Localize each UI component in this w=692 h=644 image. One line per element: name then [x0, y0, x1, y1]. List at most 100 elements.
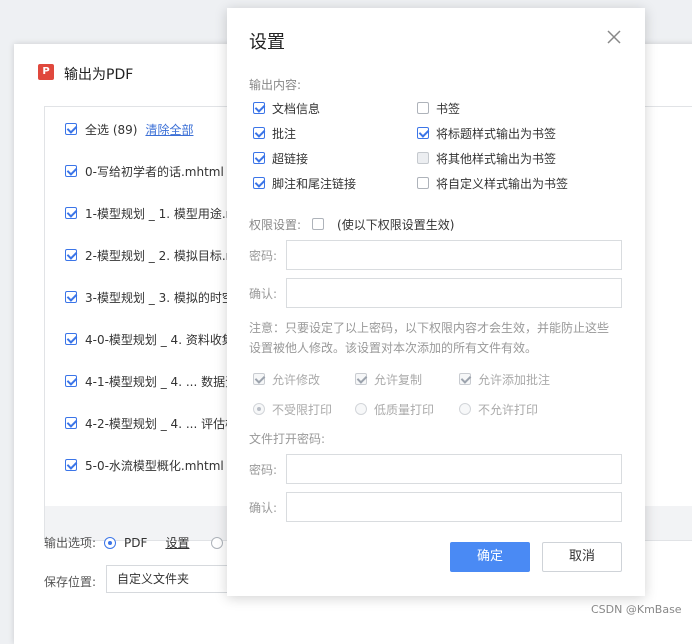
option-label: 将其他样式输出为书签: [436, 151, 557, 166]
option-other-bookmarks[interactable]: 将其他样式输出为书签: [417, 150, 556, 166]
file-checkbox[interactable]: [65, 165, 77, 177]
output-other-radio[interactable]: [211, 536, 224, 549]
window-title: 输出为PDF: [64, 67, 134, 83]
option-bookmarks[interactable]: 书签: [417, 100, 460, 116]
option-checkbox[interactable]: [253, 152, 265, 164]
allow-edit-option[interactable]: 允许修改: [253, 371, 320, 387]
option-label: 允许添加批注: [478, 372, 551, 387]
open-confirm-label: 确认:: [249, 501, 278, 515]
option-checkbox[interactable]: [355, 373, 367, 385]
clear-all-link[interactable]: 清除全部: [145, 121, 193, 138]
allow-comment-option[interactable]: 允许添加批注: [459, 371, 550, 387]
open-confirm-input[interactable]: [286, 492, 622, 522]
file-checkbox[interactable]: [65, 249, 77, 261]
file-list-item[interactable]: 4-1-模型规划 _ 4. ... 数据资: [65, 373, 237, 389]
file-list-item[interactable]: 5-0-水流模型概化.mhtml: [65, 457, 224, 473]
option-label: 允许修改: [272, 372, 321, 387]
option-custom-bookmarks[interactable]: 将自定义样式输出为书签: [417, 175, 568, 191]
ok-button[interactable]: 确定: [450, 542, 530, 572]
output-settings-link[interactable]: 设置: [165, 534, 189, 551]
cancel-button[interactable]: 取消: [542, 542, 622, 572]
allow-copy-option[interactable]: 允许复制: [355, 371, 422, 387]
settings-dialog: 设置 输出内容: 文档信息 批注 超链接 脚注和尾注链接 书签 将标题样式输出为…: [227, 8, 645, 596]
close-icon[interactable]: [605, 28, 623, 46]
file-name: 3-模型规划 _ 3. 模拟的时空: [85, 290, 234, 305]
file-checkbox[interactable]: [65, 417, 77, 429]
option-checkbox[interactable]: [253, 127, 265, 139]
option-footnote-links[interactable]: 脚注和尾注链接: [253, 175, 356, 191]
output-content-label: 输出内容:: [249, 78, 302, 92]
option-label: 批注: [272, 126, 297, 141]
file-name: 5-0-水流模型概化.mhtml: [85, 458, 224, 473]
permission-row: 权限设置: (使以下权限设置生效): [249, 216, 454, 232]
password-input[interactable]: [286, 240, 622, 270]
confirm-label: 确认:: [249, 287, 278, 301]
print-unrestricted-option[interactable]: 不受限打印: [253, 401, 332, 417]
open-password-field-label: 密码:: [249, 463, 278, 477]
permission-hint: (使以下权限设置生效): [337, 217, 455, 232]
file-name: 0-写给初学者的话.mhtml: [85, 164, 224, 179]
option-hyperlinks[interactable]: 超链接: [253, 150, 308, 166]
option-label: 低质量打印: [374, 402, 435, 417]
file-list-item[interactable]: 2-模型规划 _ 2. 模拟目标.m: [65, 247, 237, 263]
file-list-item[interactable]: 4-0-模型规划 _ 4. 资料收集: [65, 331, 234, 347]
select-all-checkbox[interactable]: [65, 123, 77, 135]
save-location-select[interactable]: 自定义文件夹: [106, 565, 246, 593]
password-label: 密码:: [249, 249, 278, 263]
open-password-input[interactable]: [286, 454, 622, 484]
open-password-label: 文件打开密码:: [249, 432, 326, 446]
file-list-item[interactable]: 3-模型规划 _ 3. 模拟的时空: [65, 289, 234, 305]
output-options-row: 输出选项: PDF 设置: [44, 534, 224, 551]
file-name: 4-1-模型规划 _ 4. ... 数据资: [85, 374, 238, 389]
option-checkbox[interactable]: [253, 177, 265, 189]
print-low-quality-option[interactable]: 低质量打印: [355, 401, 434, 417]
option-doc-info[interactable]: 文档信息: [253, 100, 320, 116]
option-label: 允许复制: [374, 372, 423, 387]
select-all-label: 全选 (89): [85, 122, 138, 137]
file-list-item[interactable]: 0-写给初学者的话.mhtml: [65, 163, 224, 179]
permission-checkbox[interactable]: [312, 218, 325, 230]
file-checkbox[interactable]: [65, 375, 77, 387]
file-checkbox[interactable]: [65, 207, 77, 219]
option-radio[interactable]: [459, 403, 471, 415]
option-radio[interactable]: [355, 403, 367, 415]
file-list-item[interactable]: 1-模型规划 _ 1. 模型用途.m: [65, 205, 237, 221]
option-label: 将标题样式输出为书签: [436, 126, 557, 141]
select-all-row[interactable]: 全选 (89) 清除全部: [65, 121, 193, 137]
file-name: 1-模型规划 _ 1. 模型用途.m: [85, 206, 238, 221]
file-name: 4-2-模型规划 _ 4. ... 评估模: [85, 416, 238, 431]
output-options-label: 输出选项:: [44, 536, 97, 550]
option-label: 超链接: [272, 151, 309, 166]
option-label: 将自定义样式输出为书签: [436, 176, 569, 191]
option-checkbox[interactable]: [417, 152, 429, 164]
watermark: CSDN @KmBase: [591, 603, 682, 616]
file-list-item[interactable]: 4-2-模型规划 _ 4. ... 评估模: [65, 415, 237, 431]
permission-label: 权限设置:: [249, 217, 302, 232]
option-checkbox[interactable]: [459, 373, 471, 385]
option-label: 脚注和尾注链接: [272, 176, 357, 191]
option-label: 不允许打印: [478, 402, 539, 417]
save-location-label: 保存位置:: [44, 575, 97, 589]
option-checkbox[interactable]: [417, 127, 429, 139]
file-checkbox[interactable]: [65, 333, 77, 345]
file-checkbox[interactable]: [65, 459, 77, 471]
option-comments[interactable]: 批注: [253, 125, 296, 141]
output-pdf-radio[interactable]: [104, 536, 117, 549]
notice-text: 注意：只要设定了以上密码，以下权限内容才会生效，并能防止这些设置被他人修改。该设…: [249, 321, 610, 355]
pdf-icon: P: [38, 64, 54, 80]
option-radio[interactable]: [253, 403, 265, 415]
file-name: 2-模型规划 _ 2. 模拟目标.m: [85, 248, 238, 263]
option-label: 文档信息: [272, 101, 321, 116]
option-label: 书签: [436, 101, 461, 116]
print-disallow-option[interactable]: 不允许打印: [459, 401, 538, 417]
output-pdf-label: PDF: [124, 535, 148, 550]
option-heading-bookmarks[interactable]: 将标题样式输出为书签: [417, 125, 556, 141]
file-checkbox[interactable]: [65, 291, 77, 303]
confirm-password-input[interactable]: [286, 278, 622, 308]
file-name: 4-0-模型规划 _ 4. 资料收集: [85, 332, 234, 347]
option-checkbox[interactable]: [253, 373, 265, 385]
option-checkbox[interactable]: [417, 177, 429, 189]
option-checkbox[interactable]: [417, 102, 429, 114]
option-label: 不受限打印: [272, 402, 333, 417]
option-checkbox[interactable]: [253, 102, 265, 114]
